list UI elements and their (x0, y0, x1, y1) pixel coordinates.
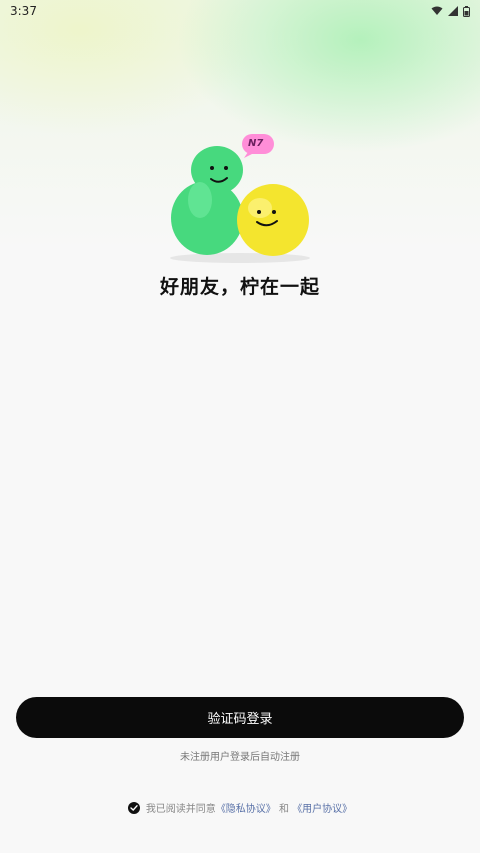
auto-register-note: 未注册用户登录后自动注册 (180, 752, 300, 763)
hero-badge: N7 (248, 138, 264, 149)
status-time: 3:37 (10, 4, 37, 18)
page-title: 好朋友，柠在一起 (159, 276, 320, 298)
agreement-row: 我已阅读并同意《隐私协议》 和 《用户协议》 (0, 800, 480, 815)
privacy-policy-link[interactable]: 《隐私协议》 (216, 804, 276, 815)
agreement-and: 和 (279, 804, 289, 815)
agreement-checkbox[interactable] (127, 801, 140, 814)
wifi-icon (431, 6, 443, 15)
hero-illustration: N7 (160, 130, 320, 270)
check-icon (130, 804, 138, 811)
agreement-prefix: 我已阅读并同意 (145, 804, 216, 815)
battery-icon (463, 5, 470, 17)
signal-icon (448, 6, 458, 16)
sms-login-button[interactable]: 验证码登录 (16, 697, 464, 738)
status-bar: 3:37 (0, 0, 480, 22)
status-icons (431, 5, 470, 17)
friends-illustration (170, 134, 310, 263)
user-agreement-link[interactable]: 《用户协议》 (292, 804, 352, 815)
